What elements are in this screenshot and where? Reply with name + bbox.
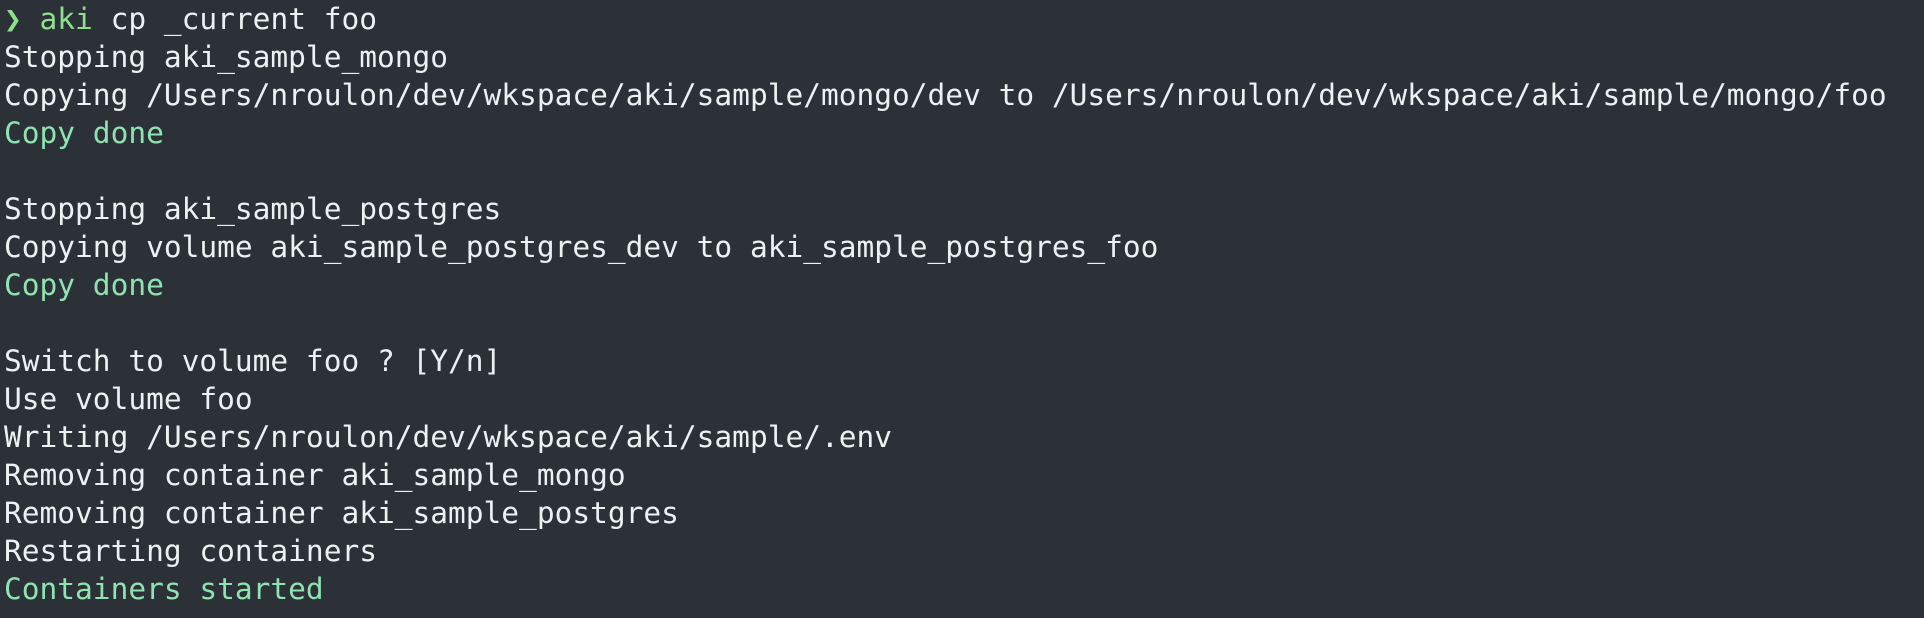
output-line: Writing /Users/nroulon/dev/wkspace/aki/s… [4,420,893,454]
output-line: Restarting containers [4,534,377,568]
output-line: Copying /Users/nroulon/dev/wkspace/aki/s… [4,78,1887,112]
output-line: Removing container aki_sample_postgres [4,496,679,530]
prompt-chevron-icon: ❯ [4,2,22,36]
output-line: Stopping aki_sample_mongo [4,40,449,74]
output-line-success: Copy done [4,116,164,150]
prompt-line: ❯ aki cp _current foo [4,0,1924,38]
output-line: Stopping aki_sample_postgres [4,192,502,226]
command-args: cp _current foo [110,2,378,36]
output-line: Removing container aki_sample_mongo [4,458,626,492]
output-line: Copying volume aki_sample_postgres_dev t… [4,230,1159,264]
output-line: Switch to volume foo ? [Y/n] [4,344,502,378]
output-line: Use volume foo [4,382,253,416]
terminal-window[interactable]: ❯ aki cp _current foo Stopping aki_sampl… [0,0,1924,618]
output-line-blank [4,304,1924,342]
command-name: aki [39,2,93,36]
output-line-success: Containers started [4,572,324,606]
output-line-success: Copy done [4,268,164,302]
output-line-blank [4,152,1924,190]
